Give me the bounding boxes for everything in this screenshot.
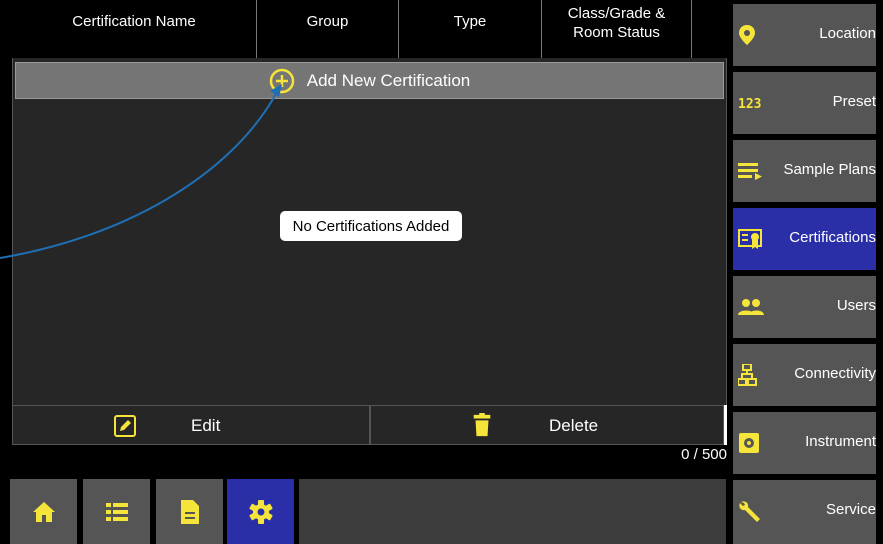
side-nav-label: Service bbox=[825, 501, 876, 518]
side-nav-service[interactable]: Service bbox=[733, 478, 876, 544]
side-nav-label: Certifications bbox=[789, 229, 876, 246]
network-icon bbox=[738, 364, 757, 386]
side-nav-label: Instrument bbox=[805, 433, 876, 450]
document-icon bbox=[180, 499, 199, 524]
column-label: Type bbox=[453, 13, 487, 30]
side-nav-users[interactable]: Users bbox=[733, 274, 876, 338]
side-nav-label: Location bbox=[819, 25, 876, 42]
empty-message-text: No Certifications Added bbox=[292, 217, 450, 235]
column-label: Class/Grade & Room Status bbox=[567, 5, 666, 41]
side-nav-certifications[interactable]: Certifications bbox=[733, 206, 876, 270]
scrollbar[interactable] bbox=[724, 405, 727, 445]
list-icon bbox=[105, 502, 128, 521]
list-button[interactable] bbox=[83, 479, 150, 544]
preset-123-icon: 123 bbox=[738, 97, 761, 112]
location-pin-icon bbox=[739, 25, 755, 45]
wrench-icon bbox=[739, 501, 760, 522]
main-panel: Certification Name Group Type Class/Grad… bbox=[0, 0, 733, 544]
svg-text:123: 123 bbox=[738, 97, 761, 112]
plus-circle-icon bbox=[269, 68, 295, 93]
action-bar: Edit Delete bbox=[12, 405, 727, 446]
certification-list: Add New Certification No Certifications … bbox=[12, 58, 727, 405]
column-group[interactable]: Group bbox=[257, 0, 399, 58]
delete-label: Delete bbox=[549, 416, 599, 435]
side-nav-location[interactable]: Location bbox=[733, 2, 876, 66]
certifications-screen: Certification Name Group Type Class/Grad… bbox=[0, 0, 883, 544]
side-nav: Location 123 Preset Sample Plans Certifi… bbox=[733, 0, 883, 544]
column-label: Group bbox=[306, 13, 349, 30]
column-certification-name[interactable]: Certification Name bbox=[12, 0, 257, 58]
trash-icon bbox=[473, 413, 491, 437]
column-label: Certification Name bbox=[72, 13, 196, 30]
side-nav-label: Sample Plans bbox=[783, 161, 876, 178]
edit-icon bbox=[114, 415, 136, 437]
sample-plans-icon bbox=[738, 163, 762, 180]
add-button-label: Add New Certification bbox=[306, 70, 471, 90]
bottom-bar-spacer bbox=[299, 479, 726, 544]
certification-count: 0 / 500 bbox=[681, 446, 727, 463]
table-header: Certification Name Group Type Class/Grad… bbox=[12, 0, 727, 58]
bottom-nav-bar bbox=[0, 478, 733, 544]
side-nav-label: Preset bbox=[832, 93, 876, 110]
users-icon bbox=[738, 299, 764, 315]
edit-button[interactable]: Edit bbox=[12, 405, 370, 445]
side-nav-sample-plans[interactable]: Sample Plans bbox=[733, 138, 876, 202]
side-nav-preset[interactable]: 123 Preset bbox=[733, 70, 876, 134]
document-button[interactable] bbox=[156, 479, 223, 544]
home-button[interactable] bbox=[10, 479, 77, 544]
side-nav-instrument[interactable]: Instrument bbox=[733, 410, 876, 474]
home-icon bbox=[32, 501, 55, 522]
add-new-certification-button[interactable]: Add New Certification bbox=[15, 62, 724, 99]
delete-button[interactable]: Delete bbox=[370, 405, 724, 445]
side-nav-connectivity[interactable]: Connectivity bbox=[733, 342, 876, 406]
column-type[interactable]: Type bbox=[399, 0, 542, 58]
column-class-grade-room-status[interactable]: Class/Grade & Room Status bbox=[542, 0, 692, 58]
side-nav-label: Users bbox=[836, 297, 876, 314]
certificate-icon bbox=[738, 229, 762, 249]
settings-button[interactable] bbox=[227, 479, 294, 544]
empty-message: No Certifications Added bbox=[280, 211, 462, 241]
side-nav-label: Connectivity bbox=[794, 365, 876, 382]
instrument-icon bbox=[739, 433, 759, 453]
edit-label: Edit bbox=[191, 416, 221, 435]
gear-icon bbox=[248, 499, 273, 524]
